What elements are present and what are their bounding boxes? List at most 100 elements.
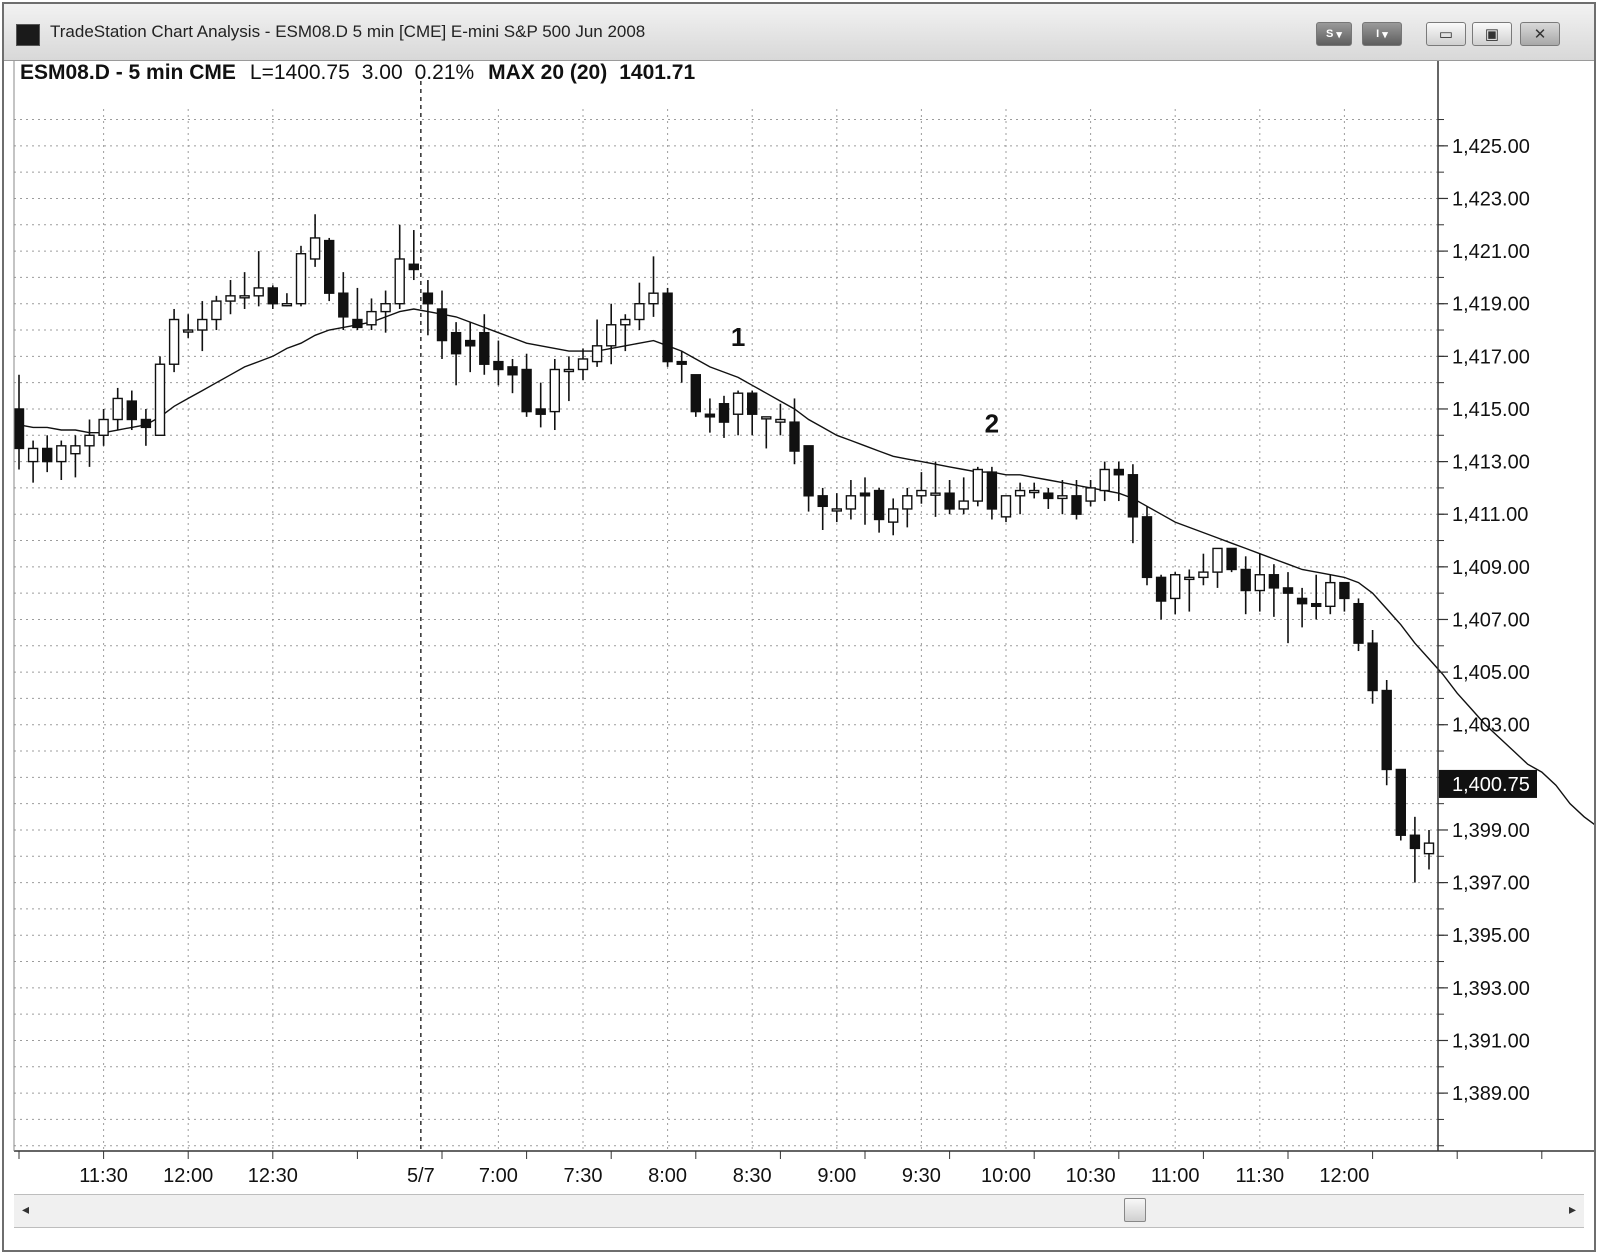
candle-body-up bbox=[239, 295, 250, 299]
candle-body-up bbox=[366, 310, 377, 326]
candle-body-up bbox=[1254, 574, 1266, 592]
candle-body-up bbox=[972, 468, 983, 502]
candle bbox=[732, 390, 744, 436]
ma-value: 1401.71 bbox=[619, 61, 695, 84]
candle-body-up bbox=[1169, 574, 1181, 600]
candle-body-up bbox=[112, 397, 123, 421]
candle-body-down bbox=[873, 489, 885, 521]
scroll-left-icon[interactable]: ◂ bbox=[22, 1201, 29, 1218]
candle-body-down bbox=[535, 408, 546, 415]
minimize-button[interactable]: ▭ bbox=[1426, 22, 1466, 46]
candle bbox=[380, 290, 391, 333]
candle bbox=[1184, 569, 1195, 612]
candle bbox=[1339, 581, 1350, 612]
candle bbox=[1381, 679, 1392, 786]
y-tick-label: 1,407.00 bbox=[1452, 609, 1530, 631]
candle bbox=[577, 348, 589, 381]
x-tick-label: 9:30 bbox=[902, 1165, 941, 1187]
candle-body-up bbox=[648, 292, 659, 305]
candle-body-up bbox=[1184, 576, 1195, 581]
candle bbox=[394, 224, 405, 309]
candles-layer bbox=[13, 214, 1435, 883]
candle-body-up bbox=[1000, 495, 1012, 518]
indicator-menu-button[interactable]: I ▾ bbox=[1362, 22, 1402, 46]
candle-body-up bbox=[295, 253, 307, 305]
candle-body-up bbox=[732, 392, 744, 415]
close-button[interactable]: ✕ bbox=[1520, 22, 1560, 46]
x-tick-label: 12:00 bbox=[1319, 1165, 1369, 1187]
candle bbox=[1028, 482, 1040, 499]
candle bbox=[422, 280, 434, 336]
candle bbox=[986, 466, 998, 520]
candle-body-down bbox=[1282, 587, 1294, 594]
y-tick-label: 1,403.00 bbox=[1452, 715, 1530, 737]
candle bbox=[1395, 768, 1407, 841]
candle bbox=[1296, 587, 1308, 628]
window-title: TradeStation Chart Analysis - ESM08.D 5 … bbox=[50, 22, 646, 41]
horizontal-scrollbar[interactable]: ◂ ▸ bbox=[14, 1194, 1584, 1228]
candle-body-up bbox=[70, 445, 81, 455]
price-chart[interactable]: 1,425.00 1,423.00 1,421.00 1,419.00 1,417.00… bbox=[4, 61, 1594, 1191]
x-tick-label: 5/7 bbox=[407, 1165, 435, 1187]
y-tick-label: 1,425.00 bbox=[1452, 136, 1530, 158]
y-tick-label: 1,389.00 bbox=[1452, 1083, 1530, 1105]
candle bbox=[126, 390, 138, 431]
close-icon: ✕ bbox=[1533, 26, 1547, 43]
candle bbox=[479, 314, 490, 375]
candle bbox=[450, 322, 462, 386]
candle-body-down bbox=[1141, 516, 1153, 579]
restore-button[interactable]: ▣ bbox=[1472, 22, 1512, 46]
candle-body-up bbox=[831, 508, 842, 512]
candle-body-up bbox=[1212, 547, 1223, 573]
last-price-label: 1,400.75 bbox=[1452, 774, 1530, 796]
candle bbox=[1353, 598, 1364, 652]
candle bbox=[84, 419, 95, 467]
candle bbox=[718, 395, 730, 438]
candle-body-down bbox=[1381, 689, 1392, 771]
candle bbox=[1000, 495, 1012, 523]
candle-body-up bbox=[606, 324, 617, 347]
candle bbox=[761, 416, 772, 449]
candle-body-up bbox=[1423, 842, 1435, 855]
candle-body-up bbox=[902, 495, 913, 510]
candle-body-down bbox=[1113, 468, 1125, 476]
candle-body-down bbox=[465, 339, 476, 347]
y-tick-label: 1,399.00 bbox=[1452, 820, 1530, 842]
candle bbox=[1198, 553, 1209, 586]
candle bbox=[352, 287, 363, 331]
x-tick-label: 11:30 bbox=[1236, 1165, 1285, 1187]
candle-body-down bbox=[704, 413, 716, 418]
candle-body-up bbox=[380, 303, 391, 313]
candle bbox=[634, 282, 645, 331]
candle bbox=[281, 293, 293, 307]
x-tick-label: 8:30 bbox=[733, 1165, 772, 1187]
candle-body-up bbox=[1198, 571, 1209, 579]
grid bbox=[14, 81, 1438, 1151]
candle bbox=[1043, 487, 1054, 509]
candle bbox=[1127, 464, 1139, 544]
candle-body-down bbox=[817, 495, 828, 508]
moving-average-layer bbox=[18, 308, 1594, 826]
chart-area[interactable]: 1,425.00 1,423.00 1,421.00 1,419.00 1,417.00… bbox=[4, 61, 1594, 1191]
candle-body-down bbox=[747, 392, 758, 415]
x-tick-label: 8:00 bbox=[648, 1165, 687, 1187]
scroll-right-icon[interactable]: ▸ bbox=[1569, 1201, 1576, 1218]
candle bbox=[324, 237, 335, 302]
candle bbox=[1141, 506, 1153, 586]
candle bbox=[13, 374, 25, 470]
title-bar[interactable]: TradeStation Chart Analysis - ESM08.D 5 … bbox=[4, 4, 1594, 61]
candle bbox=[817, 487, 828, 531]
candle-body-up bbox=[620, 318, 631, 326]
scroll-thumb[interactable] bbox=[1124, 1198, 1146, 1222]
candle bbox=[197, 301, 208, 352]
candle bbox=[747, 390, 758, 436]
symbol-menu-button[interactable]: S ▾ bbox=[1316, 22, 1352, 46]
candle-body-down bbox=[1043, 492, 1054, 500]
candle-body-up bbox=[845, 495, 857, 510]
candle bbox=[662, 287, 673, 367]
candle-body-up bbox=[549, 368, 560, 413]
candle bbox=[1169, 572, 1181, 615]
candle bbox=[1367, 630, 1378, 704]
candle-body-down bbox=[352, 318, 363, 329]
candle-body-down bbox=[1367, 642, 1378, 692]
